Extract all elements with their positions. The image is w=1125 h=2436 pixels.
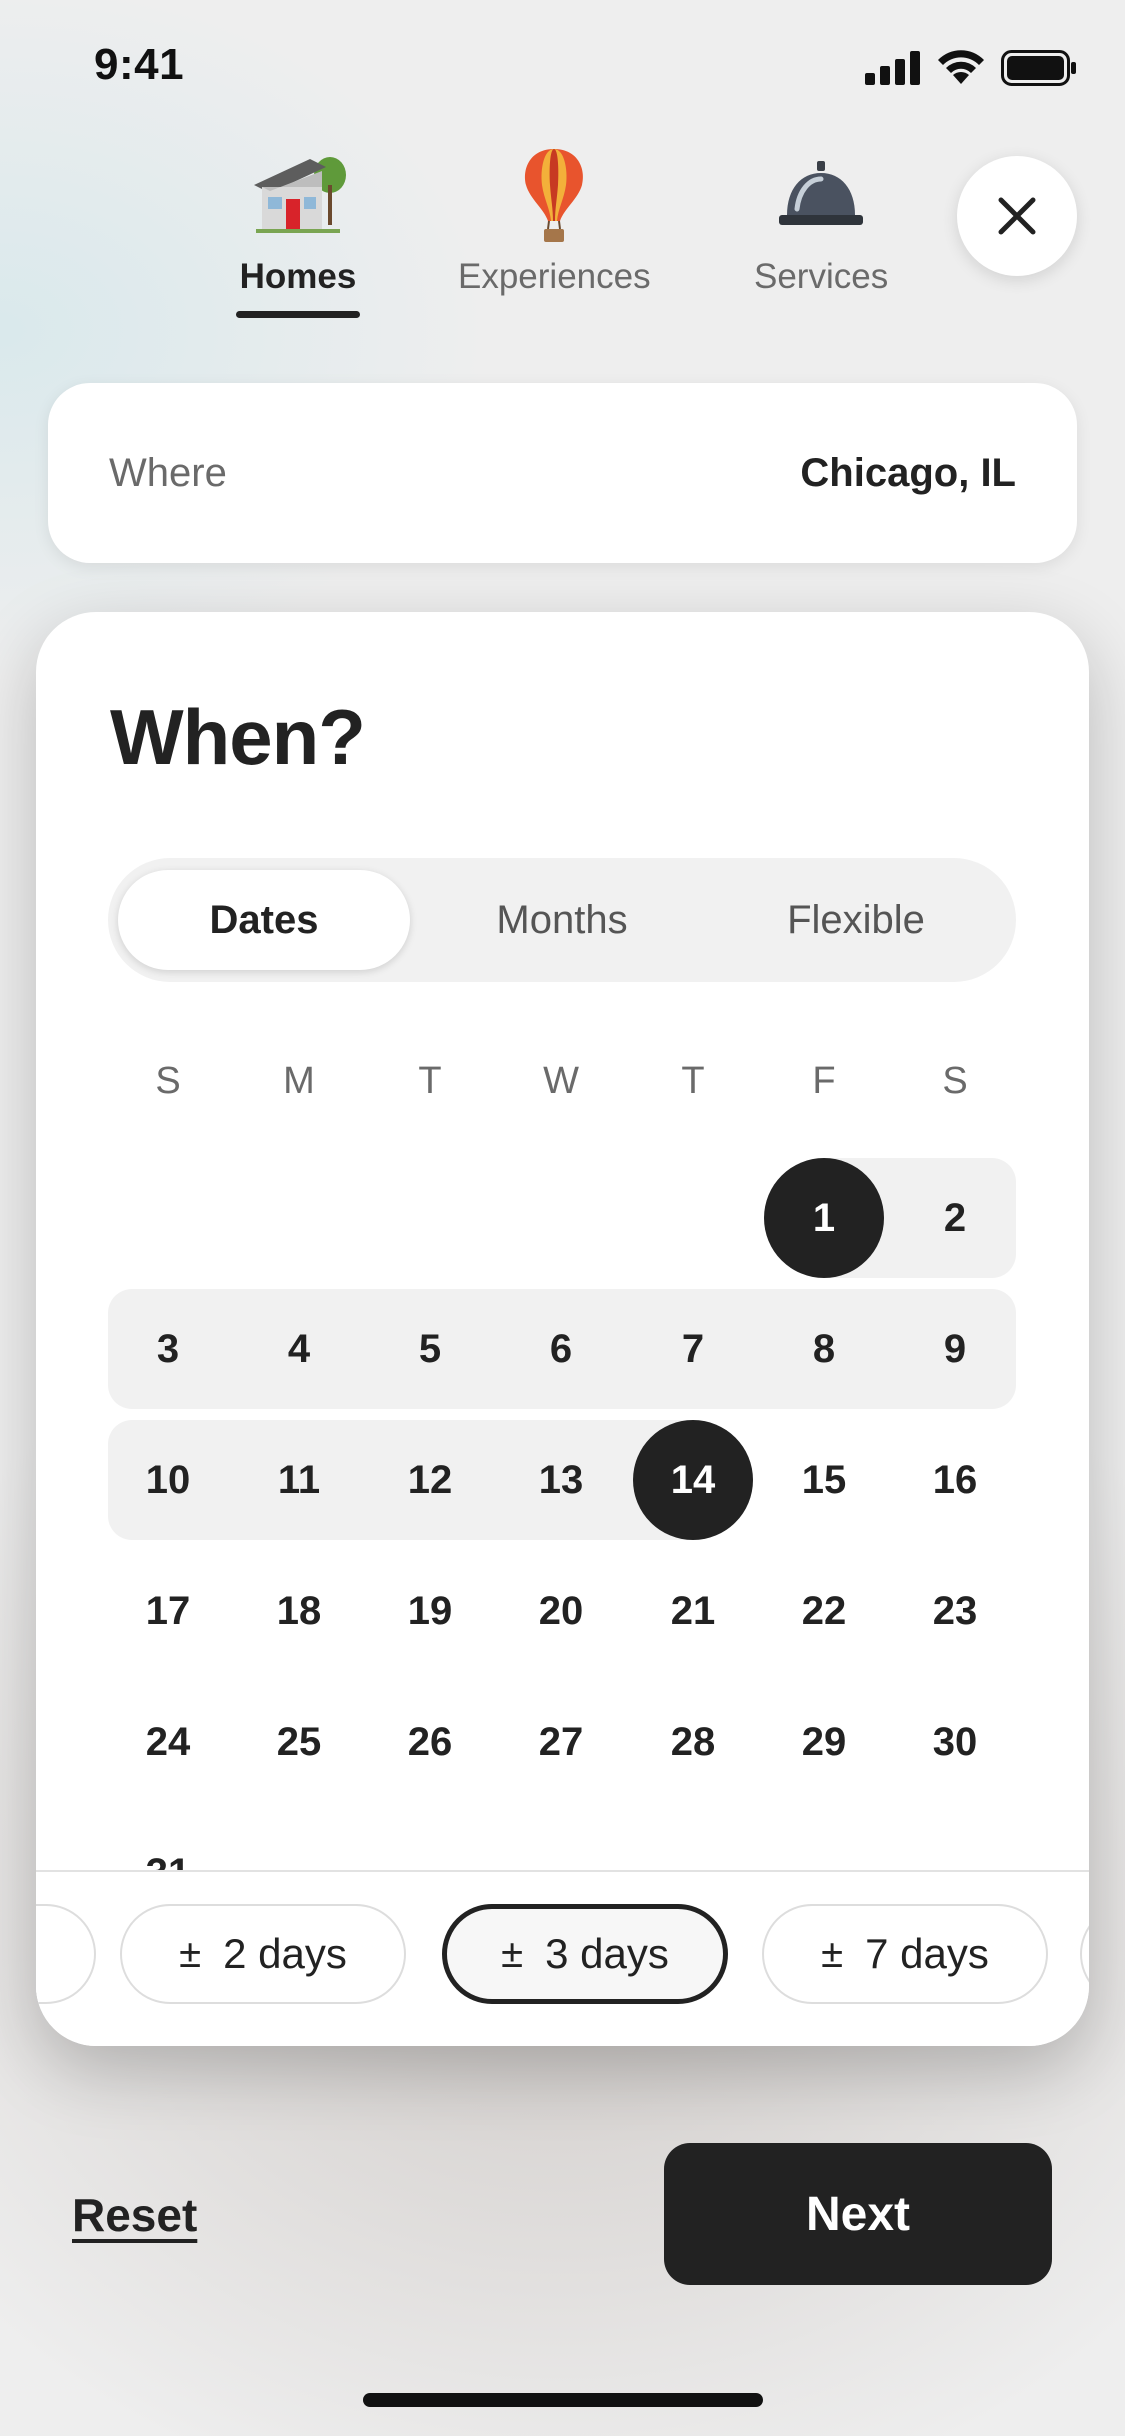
house-icon — [254, 157, 346, 233]
plus-minus-icon: ± — [501, 1931, 524, 1976]
calendar-day-10[interactable]: 10 — [108, 1420, 228, 1540]
calendar-day-12[interactable]: 12 — [370, 1420, 490, 1540]
calendar-day-18[interactable]: 18 — [239, 1551, 359, 1671]
calendar-day-8[interactable]: 8 — [764, 1289, 884, 1409]
next-button[interactable]: Next — [664, 2143, 1052, 2285]
status-bar: 9:41 — [0, 0, 1125, 140]
flex-chip-label: 3 days — [545, 1930, 669, 1977]
tab-services[interactable]: Services — [754, 145, 888, 297]
segment-months[interactable]: Months — [416, 870, 708, 970]
calendar-day-3[interactable]: 3 — [108, 1289, 228, 1409]
hot-air-balloon-icon — [525, 149, 584, 242]
calendar-day-22[interactable]: 22 — [764, 1551, 884, 1671]
tab-homes-label: Homes — [239, 257, 357, 296]
reset-button[interactable]: Reset — [72, 2188, 197, 2242]
close-button[interactable] — [957, 156, 1077, 276]
active-tab-indicator — [236, 311, 360, 318]
tab-experiences-label: Experiences — [458, 257, 651, 296]
battery-icon — [1001, 50, 1076, 86]
flex-chip-label: 7 days — [865, 1930, 989, 1977]
segment-dates[interactable]: Dates — [118, 870, 410, 970]
cellular-signal-icon — [865, 51, 920, 85]
calendar-day-28[interactable]: 28 — [633, 1682, 753, 1802]
weekday-label: S — [942, 1060, 968, 1102]
flex-chip-partial[interactable] — [1080, 1904, 1089, 2004]
calendar-day-21[interactable]: 21 — [633, 1551, 753, 1671]
calendar-day-23[interactable]: 23 — [895, 1551, 1015, 1671]
home-indicator — [363, 2393, 763, 2407]
calendar-day-9[interactable]: 9 — [895, 1289, 1015, 1409]
calendar-day-7[interactable]: 7 — [633, 1289, 753, 1409]
weekday-label: T — [681, 1060, 705, 1102]
weekday-label: W — [543, 1060, 579, 1102]
weekday-label: S — [155, 1060, 181, 1102]
plus-minus-icon: ± — [179, 1931, 202, 1976]
calendar-day-17[interactable]: 17 — [108, 1551, 228, 1671]
calendar-day-15[interactable]: 15 — [764, 1420, 884, 1540]
flexibility-options: ± 2 days ± 3 days ± 7 days — [36, 1870, 1089, 2046]
where-field[interactable]: Where Chicago, IL — [48, 383, 1077, 563]
tab-experiences[interactable]: Experiences — [458, 145, 651, 297]
calendar-day-24[interactable]: 24 — [108, 1682, 228, 1802]
weekday-label: F — [812, 1060, 836, 1102]
calendar-day-20[interactable]: 20 — [501, 1551, 621, 1671]
wifi-icon — [938, 50, 984, 84]
tab-services-label: Services — [754, 257, 889, 296]
flex-chip-3-days[interactable]: ± 3 days — [442, 1904, 728, 2004]
weekday-label: T — [418, 1060, 442, 1102]
status-icons — [865, 50, 1077, 86]
calendar-day-14[interactable]: 14 — [633, 1420, 753, 1540]
flex-chip-2-days[interactable]: ± 2 days — [120, 1904, 406, 2004]
calendar-day-2[interactable]: 2 — [895, 1158, 1015, 1278]
calendar-day-27[interactable]: 27 — [501, 1682, 621, 1802]
calendar-day-19[interactable]: 19 — [370, 1551, 490, 1671]
weekday-label: M — [283, 1060, 315, 1102]
calendar-day-29[interactable]: 29 — [764, 1682, 884, 1802]
date-mode-segmented-control: Dates Months Flexible — [108, 858, 1016, 982]
calendar-day-1[interactable]: 1 — [764, 1158, 884, 1278]
where-value: Chicago, IL — [800, 450, 1016, 495]
segment-flexible[interactable]: Flexible — [710, 870, 1002, 970]
service-bell-icon — [779, 161, 864, 225]
flex-chip-label: 2 days — [223, 1930, 347, 1977]
calendar-day-25[interactable]: 25 — [239, 1682, 359, 1802]
calendar-day-4[interactable]: 4 — [239, 1289, 359, 1409]
calendar-day-5[interactable]: 5 — [370, 1289, 490, 1409]
calendar-day-16[interactable]: 16 — [895, 1420, 1015, 1540]
calendar-day-6[interactable]: 6 — [501, 1289, 621, 1409]
status-time: 9:41 — [94, 40, 185, 89]
flex-chip-7-days[interactable]: ± 7 days — [762, 1904, 1048, 2004]
close-icon — [998, 197, 1036, 235]
when-card: When? Dates Months Flexible SMTWTFS 1234… — [36, 612, 1089, 2046]
calendar-day-30[interactable]: 30 — [895, 1682, 1015, 1802]
calendar-day-13[interactable]: 13 — [501, 1420, 621, 1540]
plus-minus-icon: ± — [821, 1931, 844, 1976]
where-label: Where — [109, 450, 227, 495]
calendar-day-11[interactable]: 11 — [239, 1420, 359, 1540]
tab-homes[interactable]: Homes — [236, 145, 360, 318]
flex-chip-partial[interactable] — [36, 1904, 96, 2004]
when-title: When? — [110, 693, 366, 781]
calendar-day-26[interactable]: 26 — [370, 1682, 490, 1802]
